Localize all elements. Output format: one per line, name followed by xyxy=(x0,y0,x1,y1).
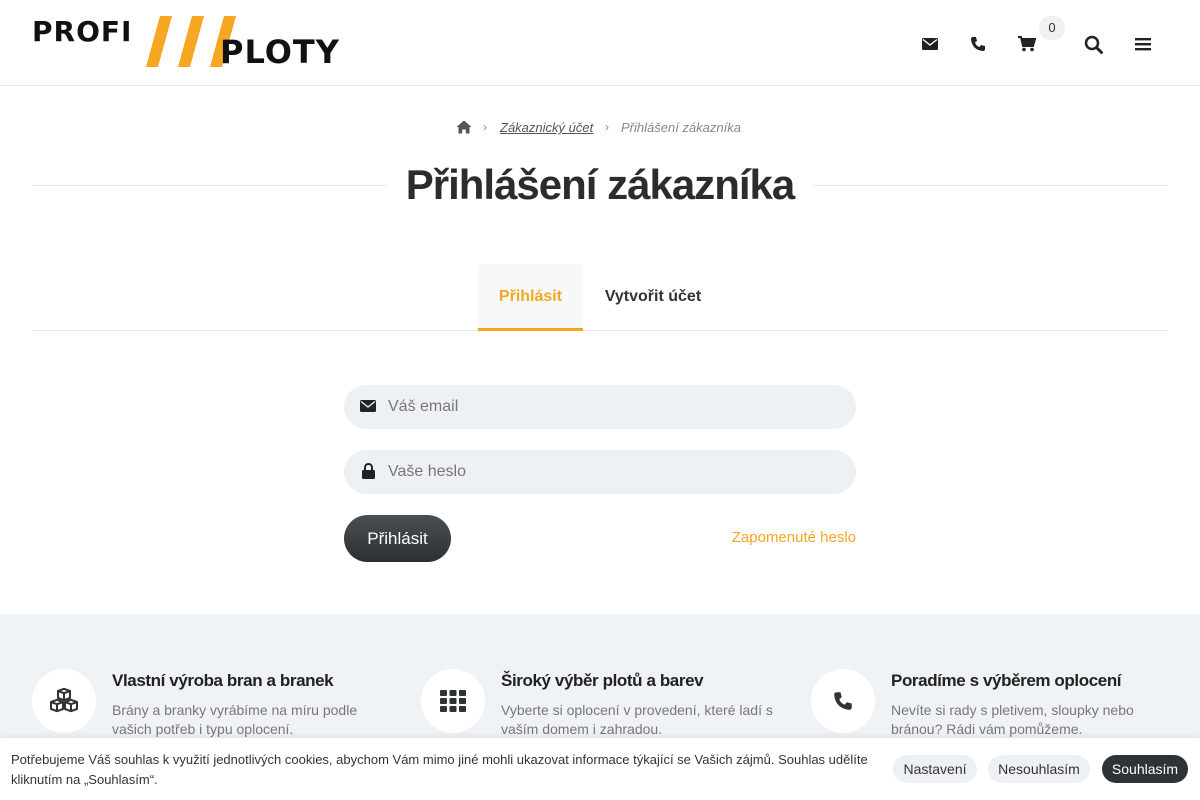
feature-title: Vlastní výroba bran a branek xyxy=(112,671,334,690)
feature-icon-circle xyxy=(32,669,96,733)
feature-title: Široký výběr plotů a barev xyxy=(501,671,704,690)
site-header: PROFI PLOTY 0 xyxy=(0,0,1200,86)
breadcrumb-link-account[interactable]: Zákaznický účet xyxy=(500,120,593,135)
phone-button[interactable] xyxy=(964,30,992,58)
lock-icon xyxy=(362,462,375,484)
cart-button[interactable] xyxy=(1013,30,1041,58)
cookie-accept-button[interactable]: Souhlasím xyxy=(1102,755,1188,783)
tab-create-account[interactable]: Vytvořit účet xyxy=(590,264,716,330)
envelope-icon xyxy=(922,38,938,50)
feature-item: Poradíme s výběrem oplocení Nevíte si ra… xyxy=(811,669,1181,739)
tabs-divider xyxy=(32,330,1168,331)
cart-count-badge: 0 xyxy=(1039,16,1065,40)
breadcrumb-current: Přihlášení zákazníka xyxy=(621,120,741,135)
feature-item: Vlastní výroba bran a branek Brány a bra… xyxy=(32,669,402,739)
cookie-reject-button[interactable]: Nesouhlasím xyxy=(988,755,1090,783)
search-button[interactable] xyxy=(1079,30,1107,58)
password-input[interactable] xyxy=(388,450,838,494)
menu-icon xyxy=(1135,38,1151,51)
cookie-consent-bar: Potřebujeme Váš souhlas k využití jednot… xyxy=(0,737,1200,800)
breadcrumb-home[interactable] xyxy=(456,120,472,139)
phone-icon xyxy=(834,692,852,710)
menu-button[interactable] xyxy=(1129,30,1157,58)
tab-login[interactable]: Přihlásit xyxy=(478,264,583,331)
home-icon xyxy=(456,120,472,134)
login-button[interactable]: Přihlásit xyxy=(344,515,451,562)
email-button[interactable] xyxy=(916,30,944,58)
feature-title: Poradíme s výběrem oplocení xyxy=(891,671,1122,690)
breadcrumb: › Zákaznický účet › Přihlášení zákazníka xyxy=(0,118,1200,138)
email-field-wrapper xyxy=(344,385,856,429)
search-icon xyxy=(1084,35,1103,54)
feature-text: Vyberte si oplocení v provedení, které l… xyxy=(501,702,773,737)
feature-text: Nevíte si rady s pletivem, sloupky nebo … xyxy=(891,702,1134,737)
feature-text: Brány a branky vyrábíme na míru podle va… xyxy=(112,702,358,737)
feature-item: Široký výběr plotů a barev Vyberte si op… xyxy=(421,669,791,739)
password-field-wrapper xyxy=(344,450,856,494)
grid-icon xyxy=(440,690,466,712)
page-title: Přihlášení zákazníka xyxy=(405,161,796,208)
feature-icon-circle xyxy=(811,669,875,733)
cookie-settings-button[interactable]: Nastavení xyxy=(893,755,977,783)
cubes-icon xyxy=(50,688,78,713)
cart-icon xyxy=(1018,36,1036,52)
email-input[interactable] xyxy=(388,385,838,429)
feature-icon-circle xyxy=(421,669,485,733)
breadcrumb-separator-icon: › xyxy=(483,120,487,134)
forgot-password-link[interactable]: Zapomenuté heslo xyxy=(700,529,856,546)
breadcrumb-separator-icon: › xyxy=(605,120,609,134)
cookie-text: Potřebujeme Váš souhlas k využití jednot… xyxy=(11,752,868,787)
phone-icon xyxy=(971,37,985,51)
envelope-icon xyxy=(360,399,376,417)
